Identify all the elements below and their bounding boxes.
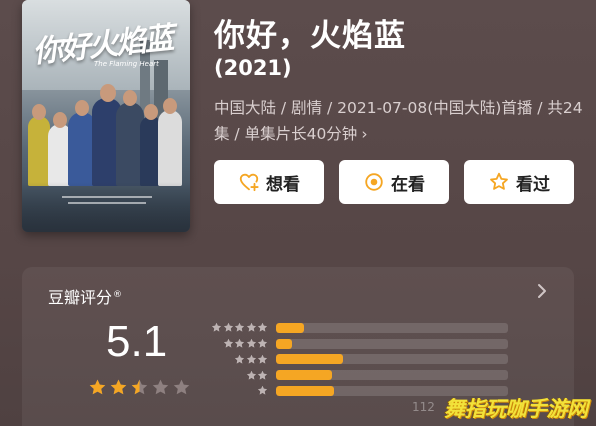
watermark-number: 112 <box>412 400 435 414</box>
movie-title: 你好，火焰蓝 <box>214 18 406 54</box>
heart-plus-icon <box>238 171 260 193</box>
rating-star-icon <box>89 379 106 395</box>
distribution-bar-fill <box>276 385 334 396</box>
watermark-site-logo: 舞指玩咖手游网 <box>444 397 588 421</box>
cast-head <box>100 84 116 102</box>
rating-source-label: 豆瓣评分 <box>48 288 113 307</box>
distribution-star-label <box>208 338 268 349</box>
mini-star-icon <box>223 338 233 348</box>
distribution-star-label <box>208 322 268 333</box>
movie-year: (2021) <box>214 56 292 80</box>
mini-star-icon <box>258 354 267 364</box>
distribution-bar-fill <box>276 338 293 349</box>
star-outline-icon <box>488 171 510 193</box>
rating-star-icon <box>152 379 169 395</box>
distribution-star-label <box>208 370 268 381</box>
distribution-star-label <box>208 385 268 396</box>
rating-distribution-row <box>208 368 508 382</box>
rating-distribution-row <box>208 321 508 335</box>
target-circle-icon <box>363 171 385 193</box>
mini-star-icon <box>212 323 221 332</box>
app-root: 你好火焰蓝 The Flaming Heart 你好，火焰蓝 (2021) 中国… <box>0 0 596 426</box>
registered-mark: ® <box>113 289 123 300</box>
movie-meta-info[interactable]: 中国大陆 / 剧情 / 2021-07-08(中国大陆)首播 / 共24集 / … <box>214 95 584 147</box>
distribution-bar-track <box>276 338 508 349</box>
watched-button[interactable]: 看过 <box>464 160 574 204</box>
cast-head <box>123 90 137 106</box>
distribution-bar-fill <box>276 370 332 381</box>
rating-score: 5.1 <box>106 317 168 366</box>
want-to-watch-label: 想看 <box>266 174 300 195</box>
watching-label: 在看 <box>391 174 425 195</box>
cast-head <box>75 100 89 116</box>
mini-star-icon <box>258 386 267 395</box>
mini-star-icon <box>235 354 244 364</box>
cast-head <box>53 112 67 128</box>
rating-stars <box>88 378 191 397</box>
movie-poster[interactable]: 你好火焰蓝 The Flaming Heart <box>22 0 190 232</box>
distribution-bar-fill <box>276 322 304 333</box>
distribution-bar-track <box>276 370 508 381</box>
cast-head <box>144 104 158 120</box>
rating-distribution <box>208 321 508 400</box>
rating-distribution-row <box>208 337 508 351</box>
chevron-right-icon: › <box>361 125 368 143</box>
mini-star-icon <box>235 323 244 332</box>
poster-cast-group <box>28 84 184 186</box>
poster-smoke <box>22 182 190 232</box>
mini-star-icon <box>246 370 256 380</box>
poster-caption-line <box>68 202 146 204</box>
distribution-star-label <box>208 354 268 365</box>
distribution-bar-track <box>276 354 508 365</box>
mini-star-icon <box>235 338 244 348</box>
rating-star-icon <box>110 379 127 395</box>
chevron-right-icon[interactable] <box>534 281 550 301</box>
watching-button[interactable]: 在看 <box>339 160 449 204</box>
mini-star-icon <box>246 354 256 364</box>
mini-star-icon <box>246 323 256 332</box>
poster-caption-line <box>62 196 152 198</box>
want-to-watch-button[interactable]: 想看 <box>214 160 324 204</box>
rating-star-icon <box>131 379 148 395</box>
rating-distribution-row <box>208 353 508 367</box>
movie-meta-text: 中国大陆 / 剧情 / 2021-07-08(中国大陆)首播 / 共24集 / … <box>214 99 583 143</box>
distribution-bar-fill <box>276 354 344 365</box>
mini-star-icon <box>258 323 267 332</box>
mini-star-icon <box>258 370 267 380</box>
rating-panel-title: 豆瓣评分® <box>48 284 122 308</box>
mini-star-icon <box>223 323 233 332</box>
watched-label: 看过 <box>516 174 550 195</box>
rating-star-icon <box>173 379 190 395</box>
mini-star-icon <box>258 338 267 348</box>
cast-figure <box>158 110 182 186</box>
cast-head <box>32 104 46 120</box>
distribution-bar-track <box>276 322 508 333</box>
poster-subtitle-art: The Flaming Heart <box>94 60 159 68</box>
cast-head <box>163 98 177 114</box>
cast-figure <box>28 116 50 186</box>
mini-star-icon <box>246 338 256 348</box>
